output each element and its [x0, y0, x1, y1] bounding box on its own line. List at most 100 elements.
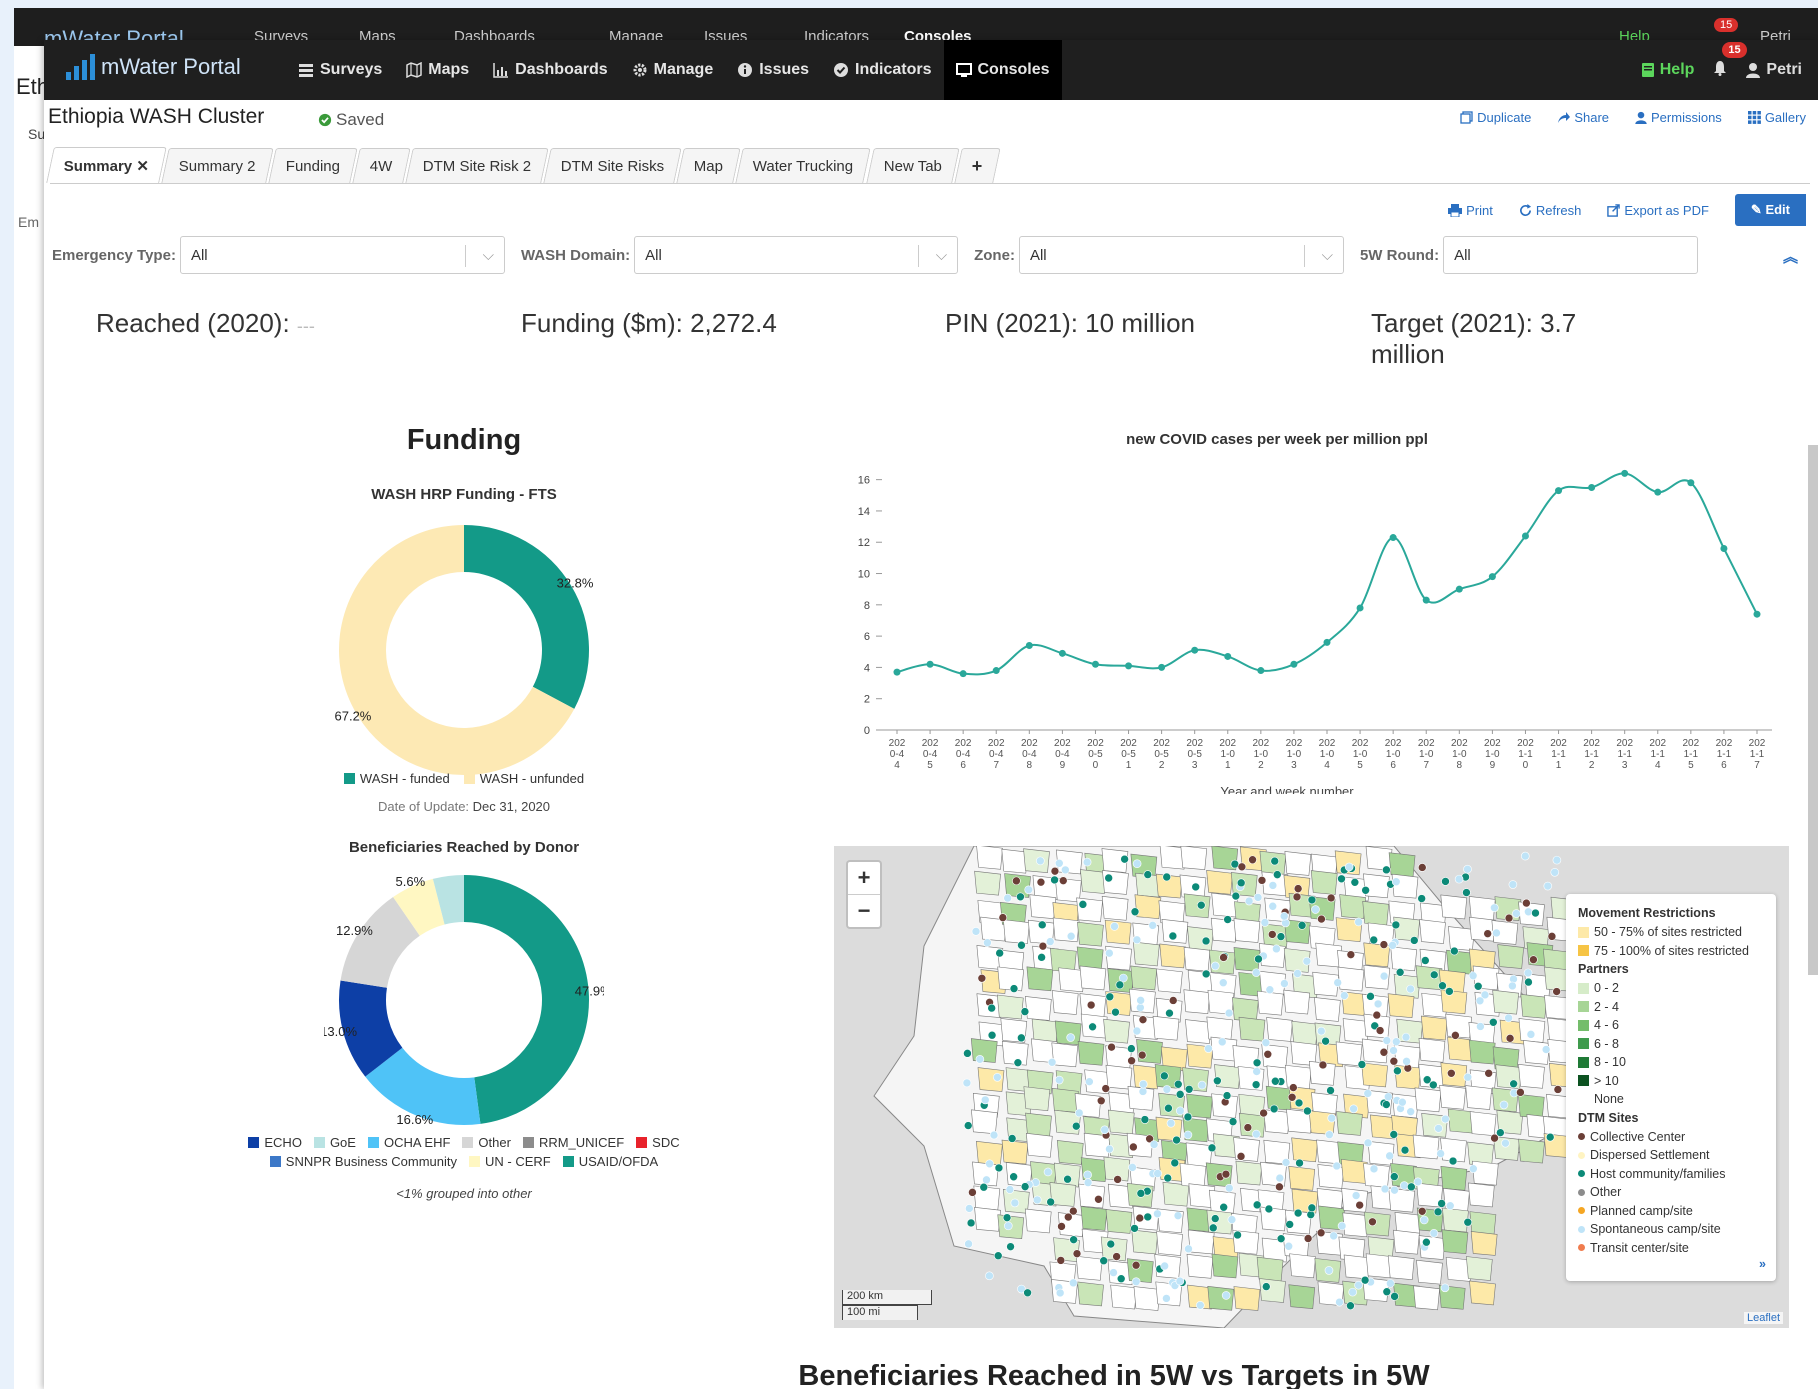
- data-point[interactable]: [1025, 642, 1033, 650]
- dtm-site-marker[interactable]: [1071, 1121, 1081, 1131]
- dtm-site-marker[interactable]: [1210, 1214, 1220, 1223]
- region-polygon[interactable]: [1132, 941, 1160, 967]
- dtm-site-marker[interactable]: [1391, 1037, 1401, 1047]
- dtm-site-marker[interactable]: [1434, 1124, 1443, 1133]
- dtm-site-marker[interactable]: [1213, 1076, 1222, 1086]
- dtm-site-marker[interactable]: [1110, 922, 1119, 931]
- print-button[interactable]: Print: [1448, 203, 1493, 218]
- dtm-site-marker[interactable]: [964, 1239, 973, 1249]
- dtm-site-marker[interactable]: [1489, 1017, 1498, 1027]
- dtm-site-marker[interactable]: [1285, 1220, 1294, 1229]
- dtm-site-marker[interactable]: [1016, 892, 1025, 902]
- dtm-site-marker[interactable]: [1402, 1057, 1411, 1066]
- dtm-site-marker[interactable]: [1251, 1080, 1261, 1089]
- dtm-site-marker[interactable]: [1136, 1189, 1146, 1198]
- dtm-site-marker[interactable]: [1311, 905, 1320, 914]
- dtm-site-marker[interactable]: [1509, 1079, 1518, 1089]
- dtm-site-marker[interactable]: [1406, 984, 1415, 994]
- data-point[interactable]: [1621, 469, 1629, 477]
- dtm-site-marker[interactable]: [1463, 1072, 1473, 1082]
- region-polygon[interactable]: [1235, 1160, 1263, 1186]
- add-tab-button[interactable]: +: [954, 148, 1001, 183]
- dtm-site-marker[interactable]: [1462, 888, 1471, 897]
- dtm-site-marker[interactable]: [1329, 1231, 1338, 1241]
- dtm-site-marker[interactable]: [1406, 1107, 1415, 1116]
- region-polygon[interactable]: [1467, 1182, 1495, 1208]
- dtm-site-marker[interactable]: [1086, 1000, 1096, 1010]
- region-polygon[interactable]: [1207, 1285, 1235, 1311]
- dtm-site-marker[interactable]: [1440, 1283, 1450, 1293]
- dtm-site-marker[interactable]: [1369, 935, 1379, 945]
- leaflet-attribution-link[interactable]: Leaflet: [1743, 1312, 1783, 1324]
- dtm-site-marker[interactable]: [1056, 1256, 1066, 1265]
- tab-funding[interactable]: Funding: [268, 148, 358, 183]
- dtm-site-marker[interactable]: [1054, 858, 1064, 868]
- dtm-site-marker[interactable]: [1303, 1234, 1313, 1243]
- region-polygon[interactable]: [996, 994, 1024, 1020]
- region-polygon[interactable]: [1105, 1209, 1133, 1234]
- region-polygon[interactable]: [1470, 1231, 1498, 1256]
- region-polygon[interactable]: [1291, 1020, 1319, 1046]
- dtm-site-marker[interactable]: [1243, 1123, 1253, 1132]
- dtm-site-marker[interactable]: [1361, 885, 1370, 895]
- dtm-site-marker[interactable]: [1105, 1144, 1114, 1154]
- dtm-site-marker[interactable]: [1508, 981, 1517, 991]
- region-polygon[interactable]: [1340, 1159, 1368, 1184]
- dtm-site-marker[interactable]: [1191, 882, 1201, 892]
- dtm-site-marker[interactable]: [1223, 915, 1232, 924]
- region-polygon[interactable]: [1003, 919, 1030, 945]
- data-point[interactable]: [1687, 479, 1695, 487]
- region-polygon[interactable]: [1206, 869, 1233, 895]
- dtm-site-marker[interactable]: [1228, 1117, 1238, 1126]
- dtm-site-marker[interactable]: [1350, 878, 1360, 887]
- dtm-site-marker[interactable]: [1302, 956, 1312, 966]
- data-point[interactable]: [1257, 667, 1265, 675]
- region-polygon[interactable]: [1393, 1229, 1420, 1255]
- region-polygon[interactable]: [1259, 1278, 1286, 1303]
- dtm-map[interactable]: + − Movement Restrictions 50 - 75% of sit…: [834, 846, 1789, 1328]
- dtm-site-marker[interactable]: [1429, 970, 1439, 980]
- dtm-site-marker[interactable]: [1529, 955, 1538, 964]
- region-polygon[interactable]: [1288, 1284, 1316, 1310]
- nav-item-indicators[interactable]: Indicators: [821, 40, 943, 100]
- data-point[interactable]: [1521, 532, 1529, 540]
- region-polygon[interactable]: [1233, 1286, 1261, 1311]
- dtm-site-marker[interactable]: [971, 927, 981, 936]
- dtm-site-marker[interactable]: [1129, 1142, 1138, 1152]
- dtm-site-marker[interactable]: [1484, 1069, 1493, 1078]
- dtm-site-marker[interactable]: [1391, 877, 1401, 887]
- dtm-site-marker[interactable]: [1005, 1185, 1015, 1194]
- dtm-site-marker[interactable]: [1111, 1007, 1120, 1017]
- region-polygon[interactable]: [1152, 1015, 1180, 1041]
- dtm-site-marker[interactable]: [1184, 1244, 1193, 1254]
- region-polygon[interactable]: [1289, 1253, 1316, 1279]
- dtm-site-marker[interactable]: [1454, 874, 1464, 884]
- data-point[interactable]: [1720, 544, 1728, 552]
- dtm-site-marker[interactable]: [1490, 1133, 1499, 1143]
- region-polygon[interactable]: [1156, 968, 1183, 994]
- region-polygon[interactable]: [1075, 1255, 1103, 1281]
- dtm-site-marker[interactable]: [975, 1055, 985, 1064]
- dtm-site-marker[interactable]: [1409, 936, 1419, 945]
- region-polygon[interactable]: [1390, 946, 1418, 972]
- dtm-site-marker[interactable]: [1009, 984, 1019, 993]
- dtm-site-marker[interactable]: [1261, 1038, 1271, 1047]
- dtm-site-marker[interactable]: [1281, 1158, 1291, 1167]
- dtm-site-marker[interactable]: [1221, 1169, 1231, 1179]
- region-polygon[interactable]: [1054, 1020, 1082, 1046]
- dtm-site-marker[interactable]: [1061, 865, 1070, 875]
- dtm-site-marker[interactable]: [1130, 907, 1140, 917]
- dtm-site-marker[interactable]: [963, 1121, 973, 1130]
- dtm-site-marker[interactable]: [1463, 1217, 1473, 1227]
- dtm-site-marker[interactable]: [1451, 1031, 1460, 1040]
- data-point[interactable]: [1158, 663, 1166, 671]
- data-point[interactable]: [1753, 610, 1761, 618]
- dtm-site-marker[interactable]: [968, 1188, 977, 1197]
- dtm-site-marker[interactable]: [1183, 1130, 1193, 1140]
- region-polygon[interactable]: [1101, 895, 1129, 921]
- dtm-site-marker[interactable]: [1382, 1287, 1392, 1297]
- dtm-site-marker[interactable]: [1058, 876, 1068, 885]
- dtm-site-marker[interactable]: [1003, 1221, 1013, 1231]
- dtm-site-marker[interactable]: [1382, 1100, 1391, 1109]
- region-polygon[interactable]: [1284, 1064, 1312, 1090]
